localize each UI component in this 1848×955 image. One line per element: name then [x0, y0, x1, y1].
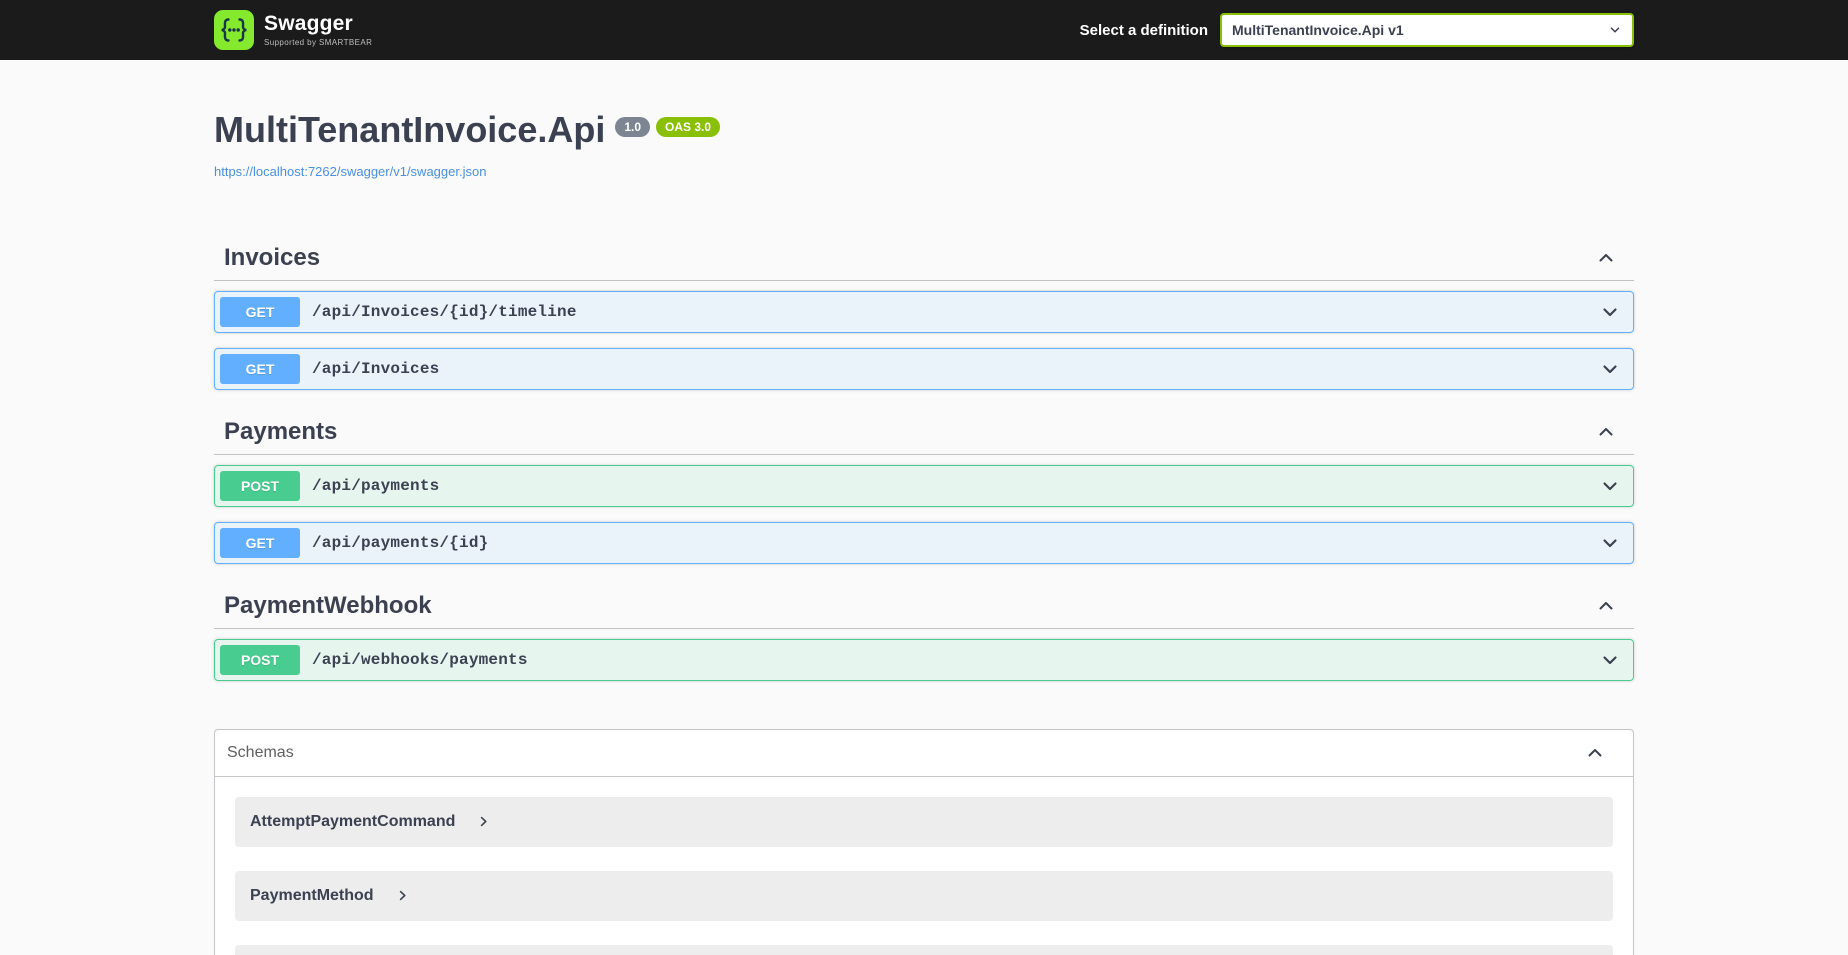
main-content: MultiTenantInvoice.Api 1.0 OAS 3.0 https… — [194, 110, 1654, 955]
tag-header[interactable]: PaymentWebhook — [214, 584, 1634, 629]
tag-title: Payments — [224, 417, 338, 445]
chevron-down-icon[interactable] — [1600, 650, 1628, 670]
operation-summary[interactable]: POST /api/webhooks/payments — [215, 640, 1633, 680]
tag-header[interactable]: Payments — [214, 410, 1634, 455]
chevron-down-icon — [1608, 23, 1622, 37]
operation-block: GET /api/payments/{id} — [214, 521, 1634, 564]
operation-block: GET /api/Invoices/{id}/timeline — [214, 290, 1634, 333]
schemas-header[interactable]: Schemas — [215, 730, 1633, 777]
tag-header[interactable]: Invoices — [214, 236, 1634, 281]
method-badge: GET — [220, 353, 300, 384]
operation-block: GET /api/Invoices — [214, 347, 1634, 390]
operation-path: /api/Invoices/{id}/timeline — [312, 302, 577, 321]
model-row[interactable]: PaymentMethod — [235, 870, 1613, 921]
tag-title: Invoices — [224, 243, 321, 271]
operation-block: POST /api/payments — [214, 464, 1634, 507]
models-list: AttemptPaymentCommand PaymentMethod Paym… — [215, 777, 1633, 955]
spec-url-link[interactable]: https://localhost:7262/swagger/v1/swagge… — [214, 164, 486, 179]
swagger-logo[interactable]: Swagger Supported by SMARTBEAR — [214, 10, 372, 50]
method-badge: GET — [220, 527, 300, 558]
model-name: AttemptPaymentCommand — [250, 812, 456, 830]
operation-path: /api/Invoices — [312, 359, 440, 378]
chevron-right-icon[interactable] — [477, 815, 490, 828]
definition-select-label: Select a definition — [1079, 21, 1208, 39]
chevron-down-icon[interactable] — [1600, 476, 1628, 496]
swagger-logo-icon — [214, 10, 254, 50]
chevron-down-icon[interactable] — [1600, 533, 1628, 553]
operation-path: /api/payments/{id} — [312, 533, 489, 552]
logo-subtitle: Supported by SMARTBEAR — [264, 38, 373, 47]
definition-select[interactable]: MultiTenantInvoice.Api v1 — [1220, 13, 1634, 47]
chevron-up-icon[interactable] — [1596, 596, 1624, 616]
chevron-up-icon[interactable] — [1596, 422, 1624, 442]
operation-path: /api/payments — [312, 476, 440, 495]
definition-area: Select a definition MultiTenantInvoice.A… — [1080, 13, 1634, 47]
model-name: PaymentMethod — [250, 886, 374, 904]
operation-block: POST /api/webhooks/payments — [214, 638, 1634, 681]
tag-section: Payments POST /api/payments GET /api/pay… — [214, 410, 1634, 564]
operation-summary[interactable]: GET /api/Invoices — [215, 349, 1633, 389]
method-badge: POST — [220, 644, 300, 675]
api-title: MultiTenantInvoice.Api — [214, 109, 606, 150]
model-row[interactable]: AttemptPaymentCommand — [235, 796, 1613, 847]
logo-title: Swagger — [264, 12, 353, 35]
chevron-down-icon[interactable] — [1600, 302, 1628, 322]
chevron-up-icon[interactable] — [1585, 743, 1613, 763]
model-row[interactable]: PaymentWebhookDto — [235, 944, 1613, 955]
operation-path: /api/webhooks/payments — [312, 650, 528, 669]
definition-select-value: MultiTenantInvoice.Api v1 — [1232, 22, 1404, 38]
schemas-section: Schemas AttemptPaymentCommand PaymentMet… — [214, 728, 1634, 955]
schemas-title: Schemas — [227, 743, 294, 761]
operation-summary[interactable]: POST /api/payments — [215, 466, 1633, 506]
oas-badge: OAS 3.0 — [656, 117, 721, 138]
tag-section: Invoices GET /api/Invoices/{id}/timeline… — [214, 236, 1634, 390]
api-info: MultiTenantInvoice.Api 1.0 OAS 3.0 https… — [214, 110, 1634, 181]
topbar: Swagger Supported by SMARTBEAR Select a … — [0, 0, 1848, 60]
tag-section: PaymentWebhook POST /api/webhooks/paymen… — [214, 584, 1634, 681]
operation-summary[interactable]: GET /api/payments/{id} — [215, 523, 1633, 563]
chevron-up-icon[interactable] — [1596, 248, 1624, 268]
chevron-down-icon[interactable] — [1600, 359, 1628, 379]
method-badge: POST — [220, 470, 300, 501]
method-badge: GET — [220, 296, 300, 327]
chevron-right-icon[interactable] — [396, 889, 409, 902]
operation-summary[interactable]: GET /api/Invoices/{id}/timeline — [215, 292, 1633, 332]
tag-title: PaymentWebhook — [224, 591, 432, 619]
version-badge: 1.0 — [615, 117, 651, 138]
